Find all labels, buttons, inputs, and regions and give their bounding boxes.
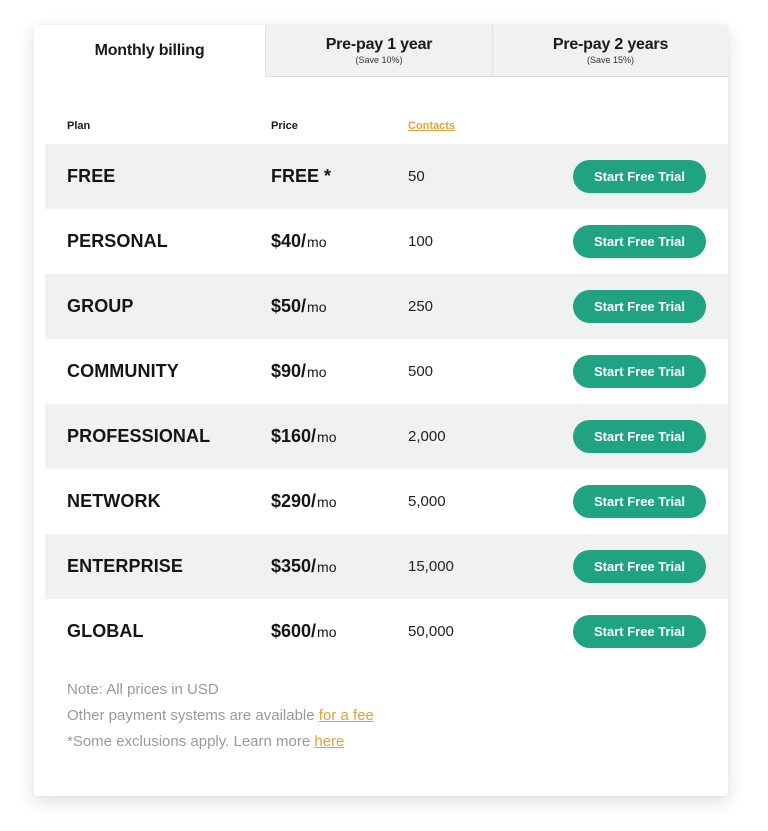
plan-price: $40/mo (271, 231, 327, 252)
plan-price: FREE * (271, 166, 332, 187)
note-exclusions: *Some exclusions apply. Learn more here (67, 729, 374, 755)
plan-price: $160/mo (271, 426, 337, 447)
price-period: mo (317, 559, 337, 575)
plan-price: $290/mo (271, 491, 337, 512)
note-payment-systems: Other payment systems are available for … (67, 703, 374, 729)
tab-title: Monthly billing (94, 42, 205, 59)
header-contacts-link[interactable]: Contacts (408, 120, 455, 132)
price-amount: $290/ (271, 491, 317, 511)
start-free-trial-button[interactable]: Start Free Trial (573, 485, 706, 518)
plan-name: NETWORK (67, 491, 161, 511)
plan-contacts: 50 (408, 168, 425, 185)
price-amount: $350/ (271, 556, 317, 576)
plan-price: $90/mo (271, 361, 327, 382)
tab-prepay-1-year[interactable]: Pre-pay 1 year (Save 10%) (265, 25, 492, 77)
tab-title: Pre-pay 2 years (552, 36, 669, 53)
table-row: COMMUNITY $90/mo 500 Start Free Trial (45, 339, 728, 404)
plan-contacts: 250 (408, 298, 434, 315)
plan-price: $600/mo (271, 621, 337, 642)
price-amount: $600/ (271, 621, 317, 641)
table-row: FREE FREE * 50 Start Free Trial (45, 144, 728, 209)
table-header: Plan Price Contacts (34, 120, 728, 140)
tab-prepay-2-years[interactable]: Pre-pay 2 years (Save 15%) (492, 25, 728, 77)
plan-contacts: 15,000 (408, 558, 454, 575)
plan-price: $50/mo (271, 296, 327, 317)
price-amount: $40/ (271, 231, 307, 251)
plan-name: PROFESSIONAL (67, 426, 211, 446)
start-free-trial-button[interactable]: Start Free Trial (573, 160, 706, 193)
start-free-trial-button[interactable]: Start Free Trial (573, 615, 706, 648)
price-period: mo (317, 624, 337, 640)
plan-name: ENTERPRISE (67, 556, 184, 576)
plan-price: $350/mo (271, 556, 337, 577)
plan-name: GROUP (67, 296, 134, 316)
start-free-trial-button[interactable]: Start Free Trial (573, 355, 706, 388)
note-text: Other payment systems are available (67, 707, 319, 724)
table-row: ENTERPRISE $350/mo 15,000 Start Free Tri… (45, 534, 728, 599)
tab-subtitle: (Save 10%) (355, 55, 403, 65)
price-period: mo (317, 494, 337, 510)
note-currency: Note: All prices in USD (67, 681, 219, 698)
for-a-fee-link[interactable]: for a fee (319, 707, 374, 724)
learn-more-here-link[interactable]: here (314, 733, 344, 750)
price-amount: FREE * (271, 166, 332, 186)
table-row: NETWORK $290/mo 5,000 Start Free Trial (45, 469, 728, 534)
note-text: *Some exclusions apply. Learn more (67, 733, 315, 750)
footnotes: Note: All prices in USD Other payment sy… (67, 677, 374, 755)
price-amount: $50/ (271, 296, 307, 316)
pricing-card: Monthly billing Pre-pay 1 year (Save 10%… (34, 25, 728, 796)
plan-contacts: 5,000 (408, 493, 446, 510)
price-period: mo (307, 234, 327, 250)
price-amount: $90/ (271, 361, 307, 381)
tab-subtitle: (Save 15%) (586, 55, 635, 65)
start-free-trial-button[interactable]: Start Free Trial (573, 550, 706, 583)
tab-title: Pre-pay 1 year (325, 36, 433, 53)
table-row: GLOBAL $600/mo 50,000 Start Free Trial (45, 599, 728, 664)
plan-contacts: 2,000 (408, 428, 446, 445)
table-row: PERSONAL $40/mo 100 Start Free Trial (45, 209, 728, 274)
price-amount: $160/ (271, 426, 317, 446)
start-free-trial-button[interactable]: Start Free Trial (573, 420, 706, 453)
plan-contacts: 100 (408, 233, 434, 250)
start-free-trial-button[interactable]: Start Free Trial (573, 290, 706, 323)
pricing-table: FREE FREE * 50 Start Free Trial PERSONAL… (45, 144, 728, 664)
plan-contacts: 50,000 (408, 623, 454, 640)
header-plan: Plan (67, 120, 91, 132)
price-period: mo (307, 364, 327, 380)
tab-monthly-billing[interactable]: Monthly billing (34, 25, 265, 77)
header-price: Price (271, 120, 298, 132)
table-row: PROFESSIONAL $160/mo 2,000 Start Free Tr… (45, 404, 728, 469)
price-period: mo (317, 429, 337, 445)
plan-name: COMMUNITY (67, 361, 179, 381)
plan-name: FREE (67, 166, 116, 186)
billing-tabs: Monthly billing Pre-pay 1 year (Save 10%… (34, 25, 728, 77)
table-row: GROUP $50/mo 250 Start Free Trial (45, 274, 728, 339)
plan-name: GLOBAL (67, 621, 144, 641)
plan-contacts: 500 (408, 363, 434, 380)
plan-name: PERSONAL (67, 231, 168, 251)
price-period: mo (307, 299, 327, 315)
start-free-trial-button[interactable]: Start Free Trial (573, 225, 706, 258)
